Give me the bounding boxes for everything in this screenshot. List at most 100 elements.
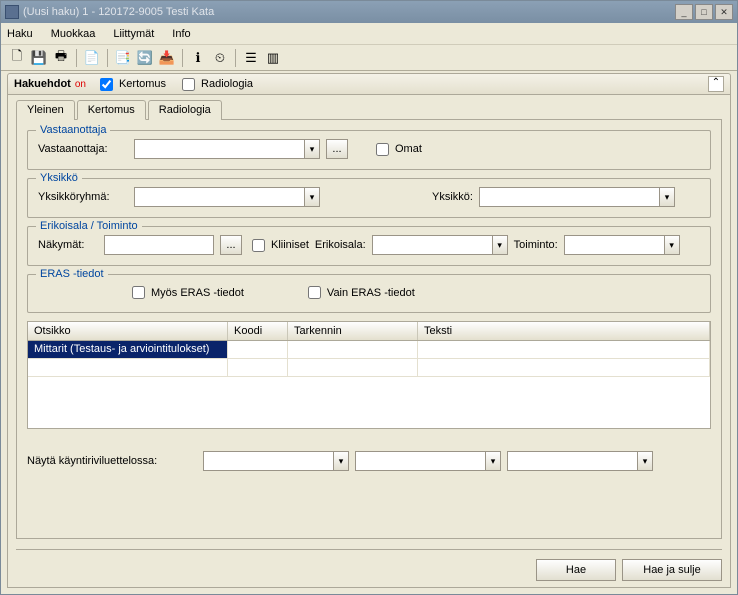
checkbox-omat-input[interactable] — [376, 143, 389, 156]
columns-icon[interactable]: ▥ — [263, 48, 283, 68]
checkbox-radiologia[interactable]: Radiologia — [178, 75, 253, 94]
checkbox-kertomus[interactable]: Kertomus — [96, 75, 166, 94]
tool2-icon[interactable]: 🔄 — [135, 48, 155, 68]
list-icon[interactable]: ☰ — [241, 48, 261, 68]
cell-otsikko — [28, 359, 228, 376]
collapse-button[interactable]: ⌃ — [708, 76, 724, 92]
vastaanottaja-input[interactable] — [134, 139, 304, 159]
nakymat-input[interactable] — [104, 235, 214, 255]
copy-icon[interactable]: 📄 — [82, 48, 102, 68]
dropdown-arrow-icon[interactable]: ▾ — [637, 451, 653, 471]
checkbox-myos-eras-input[interactable] — [132, 286, 145, 299]
panel-header: Hakuehdot on Kertomus Radiologia ⌃ — [7, 73, 731, 95]
yksikkoryhma-input[interactable] — [134, 187, 304, 207]
dropdown-arrow-icon[interactable]: ▾ — [333, 451, 349, 471]
checkbox-myos-eras[interactable]: Myös ERAS -tiedot — [128, 283, 244, 302]
checkbox-radiologia-input[interactable] — [182, 78, 195, 91]
cell-tarkennin — [288, 359, 418, 376]
menu-info[interactable]: Info — [172, 28, 190, 40]
nakymat-browse-button[interactable]: ... — [220, 235, 242, 255]
legend-erikoisala: Erikoisala / Toiminto — [36, 220, 142, 232]
tab-radiologia[interactable]: Radiologia — [148, 100, 222, 120]
nayta-input-3[interactable] — [507, 451, 637, 471]
legend-eras: ERAS -tiedot — [36, 268, 108, 280]
panel-body: Yleinen Kertomus Radiologia Vastaanottaj… — [7, 95, 731, 588]
hae-button[interactable]: Hae — [536, 559, 616, 581]
maximize-button[interactable]: □ — [695, 4, 713, 20]
tool3-icon[interactable]: 📥 — [157, 48, 177, 68]
nayta-combo-1[interactable]: ▾ — [203, 451, 349, 471]
nayta-combo-3[interactable]: ▾ — [507, 451, 653, 471]
th-tarkennin[interactable]: Tarkennin — [288, 322, 418, 340]
yksikko-input[interactable] — [479, 187, 659, 207]
checkbox-vain-eras-input[interactable] — [308, 286, 321, 299]
info-icon[interactable]: ℹ — [188, 48, 208, 68]
checkbox-kertomus-input[interactable] — [100, 78, 113, 91]
print-icon[interactable]: 🖶 — [51, 48, 71, 68]
label-yksikko: Yksikkö: — [432, 191, 473, 203]
legend-yksikko: Yksikkö — [36, 172, 82, 184]
content: Hakuehdot on Kertomus Radiologia ⌃ Ylein… — [7, 73, 731, 588]
menubar: Haku Muokkaa Liittymät Info — [1, 23, 737, 45]
label-erikoisala: Erikoisala: — [315, 239, 366, 251]
label-vastaanottaja: Vastaanottaja: — [38, 143, 128, 155]
nayta-input-2[interactable] — [355, 451, 485, 471]
new-icon[interactable]: 🗋 — [7, 48, 27, 68]
window-title: (Uusi haku) 1 - 120172-9005 Testi Kata — [23, 6, 673, 18]
close-button[interactable]: ✕ — [715, 4, 733, 20]
label-yksikkoryhma: Yksikköryhmä: — [38, 191, 128, 203]
legend-vastaanottaja: Vastaanottaja — [36, 124, 110, 136]
toiminto-combo[interactable]: ▾ — [564, 235, 680, 255]
checkbox-omat[interactable]: Omat — [372, 140, 422, 159]
tool1-icon[interactable]: 📑 — [113, 48, 133, 68]
clock-icon[interactable]: ⏲ — [210, 48, 230, 68]
table-header: Otsikko Koodi Tarkennin Teksti — [28, 322, 710, 341]
yksikkoryhma-combo[interactable]: ▾ — [134, 187, 320, 207]
dropdown-arrow-icon[interactable]: ▾ — [492, 235, 508, 255]
label-nakymat: Näkymät: — [38, 239, 98, 251]
nayta-combo-2[interactable]: ▾ — [355, 451, 501, 471]
nayta-input-1[interactable] — [203, 451, 333, 471]
vastaanottaja-browse-button[interactable]: ... — [326, 139, 348, 159]
vastaanottaja-combo[interactable]: ▾ — [134, 139, 320, 159]
menu-liittymat[interactable]: Liittymät — [113, 28, 154, 40]
results-table: Otsikko Koodi Tarkennin Teksti Mittarit … — [27, 321, 711, 429]
checkbox-vain-eras[interactable]: Vain ERAS -tiedot — [304, 283, 415, 302]
toiminto-input[interactable] — [564, 235, 664, 255]
th-teksti[interactable]: Teksti — [418, 322, 710, 340]
fieldset-erikoisala: Erikoisala / Toiminto Näkymät: ... Kliin… — [27, 226, 711, 266]
menu-haku[interactable]: Haku — [7, 28, 33, 40]
toolbar-separator — [182, 49, 183, 67]
dropdown-arrow-icon[interactable]: ▾ — [664, 235, 680, 255]
titlebar: (Uusi haku) 1 - 120172-9005 Testi Kata _… — [1, 1, 737, 23]
fieldset-eras: ERAS -tiedot Myös ERAS -tiedot Vain ERAS… — [27, 274, 711, 313]
toolbar-separator — [235, 49, 236, 67]
th-otsikko[interactable]: Otsikko — [28, 322, 228, 340]
save-icon[interactable]: 💾 — [29, 48, 49, 68]
toolbar-separator — [107, 49, 108, 67]
checkbox-kliiniset-input[interactable] — [252, 239, 265, 252]
menu-muokkaa[interactable]: Muokkaa — [51, 28, 96, 40]
toolbar-separator — [76, 49, 77, 67]
dropdown-arrow-icon[interactable]: ▾ — [659, 187, 675, 207]
label-nayta: Näytä käyntiriviluettelossa: — [27, 455, 197, 467]
fieldset-yksikko: Yksikkö Yksikköryhmä: ▾ Yksikkö: ▾ — [27, 178, 711, 218]
tab-kertomus[interactable]: Kertomus — [77, 100, 146, 120]
cell-teksti — [418, 359, 710, 376]
cell-otsikko: Mittarit (Testaus- ja arviointitulokset) — [28, 341, 228, 358]
yksikko-combo[interactable]: ▾ — [479, 187, 675, 207]
main-window: (Uusi haku) 1 - 120172-9005 Testi Kata _… — [0, 0, 738, 595]
dropdown-arrow-icon[interactable]: ▾ — [304, 187, 320, 207]
tab-yleinen[interactable]: Yleinen — [16, 100, 75, 120]
table-row[interactable]: Mittarit (Testaus- ja arviointitulokset) — [28, 341, 710, 359]
table-row[interactable] — [28, 359, 710, 377]
minimize-button[interactable]: _ — [675, 4, 693, 20]
dropdown-arrow-icon[interactable]: ▾ — [485, 451, 501, 471]
checkbox-kliiniset[interactable]: Kliiniset — [248, 236, 309, 255]
erikoisala-combo[interactable]: ▾ — [372, 235, 508, 255]
th-koodi[interactable]: Koodi — [228, 322, 288, 340]
erikoisala-input[interactable] — [372, 235, 492, 255]
dropdown-arrow-icon[interactable]: ▾ — [304, 139, 320, 159]
footer-buttons: Hae Hae ja sulje — [536, 559, 722, 581]
hae-ja-sulje-button[interactable]: Hae ja sulje — [622, 559, 722, 581]
